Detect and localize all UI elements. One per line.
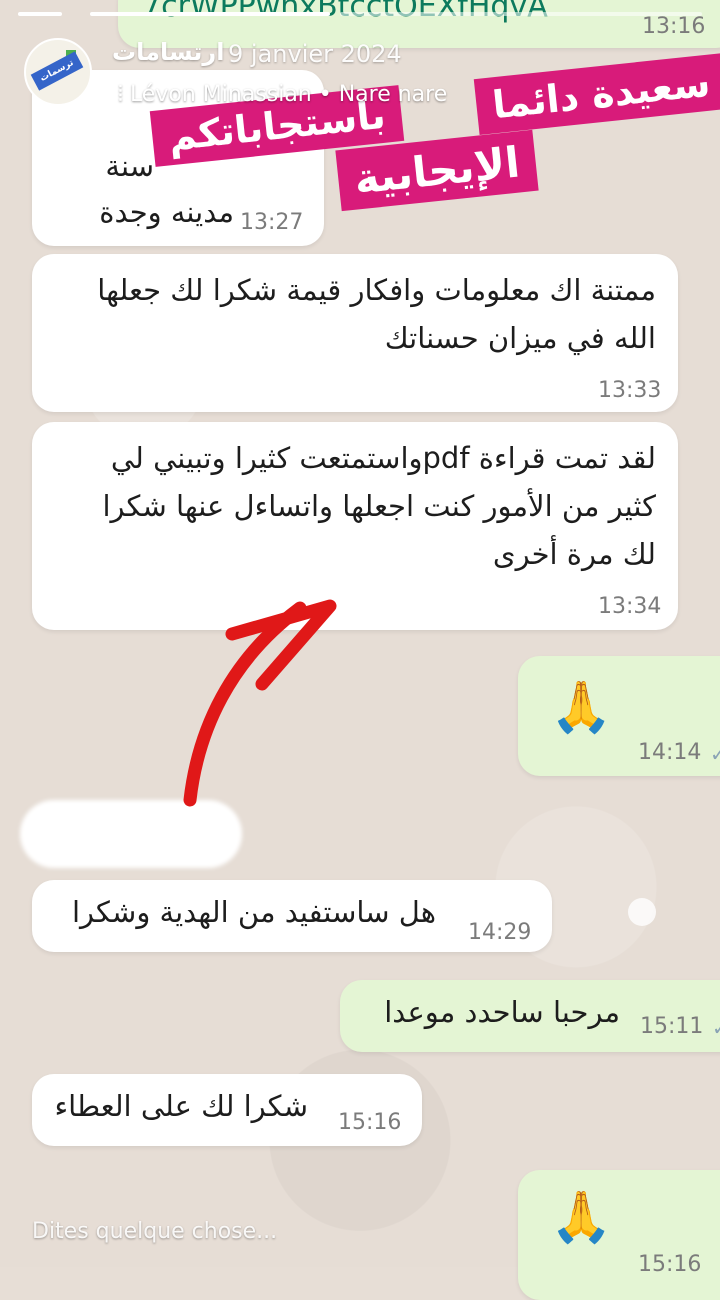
message-time: 14:14 [638, 740, 702, 765]
blank-dot [628, 898, 656, 926]
story-progress-bar [18, 12, 62, 16]
message-time: 15:16 [638, 1252, 702, 1277]
story-date: 9 janvier 2024 [228, 40, 402, 68]
message-text: مرحبا ساحدد موعدا [384, 995, 620, 1029]
message-time: 14:29 [468, 920, 532, 945]
message-bubble-incoming: لقد تمت قراءة pdfواستمتعت كثيرا وتبيني ل… [32, 422, 678, 630]
message-time: 13:33 [598, 378, 662, 403]
story-progress-bar [340, 12, 702, 16]
message-bubble-outgoing: مرحبا ساحدد موعدا 15:11 ✓ [340, 980, 720, 1052]
message-text: ممتنة اك معلومات وافكار قيمة شكرا لك جعل… [97, 273, 656, 307]
avatar[interactable]: ترسمات [24, 38, 92, 106]
music-title: Lévon Minassian • Nare nare [129, 82, 448, 107]
message-text: مدينه وجدة [99, 195, 234, 229]
praying-hands-icon: 🙏 [550, 678, 613, 736]
message-text: كثير من الأمور كنت اجعلها واتساءل عنها ش… [102, 489, 656, 523]
message-time: 15:16 [338, 1110, 402, 1135]
music-label: ⦙ Lévon Minassian • Nare nare [118, 82, 447, 107]
message-time: 13:16 [642, 14, 706, 39]
blank-highlight [20, 800, 242, 868]
message-bubble-incoming: شكرا لك على العطاء 15:16 [32, 1074, 422, 1146]
praying-hands-icon: 🙏 [550, 1188, 613, 1246]
message-text: لك مرة أخرى [492, 537, 656, 571]
message-bubble-incoming: هل ساستفيد من الهدية وشكرا 14:29 [32, 880, 552, 952]
channel-name[interactable]: ارتسامات [112, 38, 224, 66]
message-time: 15:11 [640, 1014, 704, 1039]
story-progress-bar [90, 12, 330, 16]
message-text: لقد تمت قراءة pdfواستمتعت كثيرا وتبيني ل… [110, 441, 656, 475]
avatar-stamp: ترسمات [30, 51, 84, 91]
message-time: 13:34 [598, 594, 662, 619]
double-check-icon: ✓ [710, 742, 720, 766]
message-bubble-outgoing: 🙏 14:14 ✓ [518, 656, 720, 776]
music-icon: ⦙ [118, 82, 123, 107]
message-text: الله في ميزان حسناتك [384, 321, 656, 355]
message-time: 13:27 [240, 210, 304, 235]
message-text: شكرا لك على العطاء [54, 1089, 308, 1123]
message-text: 7crWPPwhxBtcctOEXfHqvA [142, 0, 548, 24]
message-bubble-outgoing: 🙏 15:16 [518, 1170, 720, 1300]
double-check-icon: ✓ [712, 1016, 720, 1040]
message-text: هل ساستفيد من الهدية وشكرا [71, 895, 436, 929]
reply-input[interactable]: Dites quelque chose... [32, 1219, 277, 1244]
message-bubble-incoming: ممتنة اك معلومات وافكار قيمة شكرا لك جعل… [32, 254, 678, 412]
message-text: سنة [105, 149, 154, 183]
